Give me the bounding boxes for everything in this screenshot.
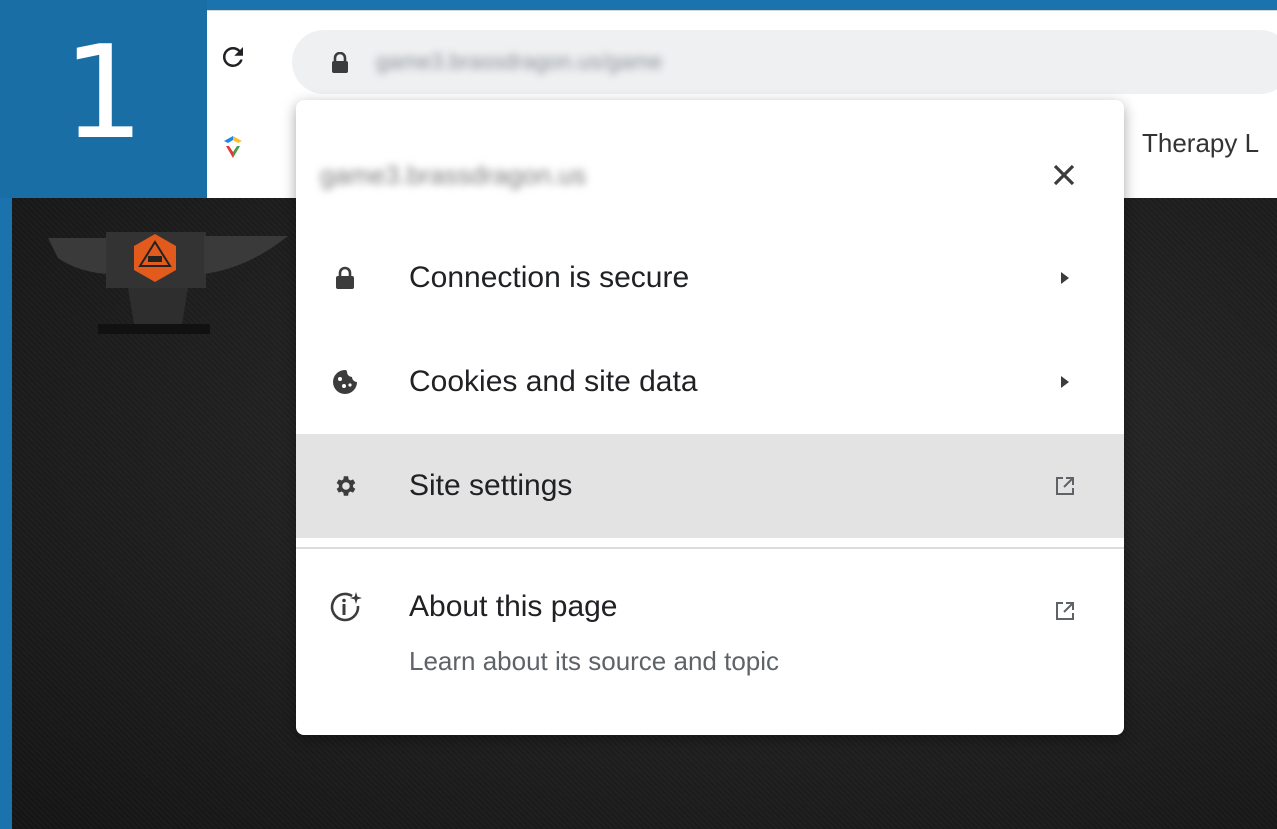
- gear-icon: [328, 469, 362, 503]
- cookie-icon: [328, 365, 362, 399]
- about-this-page-label: About this page: [409, 590, 618, 623]
- site-settings-item[interactable]: Site settings: [296, 434, 1124, 538]
- about-this-page-sublabel: Learn about its source and topic: [409, 646, 780, 676]
- anvil-dice-logo: [48, 228, 288, 355]
- close-button[interactable]: [1044, 155, 1084, 195]
- chevron-right-icon: [1048, 261, 1082, 295]
- cookies-site-data-label: Cookies and site data: [409, 365, 698, 398]
- cookies-site-data-item[interactable]: Cookies and site data: [296, 330, 1124, 434]
- site-settings-label: Site settings: [409, 469, 573, 502]
- external-link-icon: [1048, 594, 1082, 628]
- toolbar-divider: [207, 10, 1277, 11]
- lock-icon[interactable]: [330, 51, 350, 79]
- step-number-badge: 1: [0, 0, 207, 198]
- site-info-popup: game3.brassdragon.us Connection is secur…: [296, 100, 1124, 735]
- reload-icon: [222, 46, 243, 67]
- connection-secure-label: Connection is secure: [409, 261, 690, 294]
- bookmark-favicon-icon[interactable]: [220, 134, 246, 165]
- connection-secure-item[interactable]: Connection is secure: [296, 226, 1124, 330]
- url-text[interactable]: game3.brassdragon.us/game: [376, 44, 856, 80]
- info-spark-icon: [328, 590, 368, 630]
- reload-button[interactable]: [216, 40, 250, 74]
- bookmark-therapy[interactable]: Therapy L: [1142, 128, 1259, 159]
- menu-divider: [296, 547, 1124, 549]
- lock-icon: [328, 261, 362, 295]
- site-origin: game3.brassdragon.us: [320, 160, 586, 190]
- about-this-page-item[interactable]: About this page Learn about its source a…: [296, 562, 1124, 694]
- external-link-icon: [1048, 469, 1082, 503]
- chevron-right-icon: [1048, 365, 1082, 399]
- close-icon: [1053, 164, 1075, 186]
